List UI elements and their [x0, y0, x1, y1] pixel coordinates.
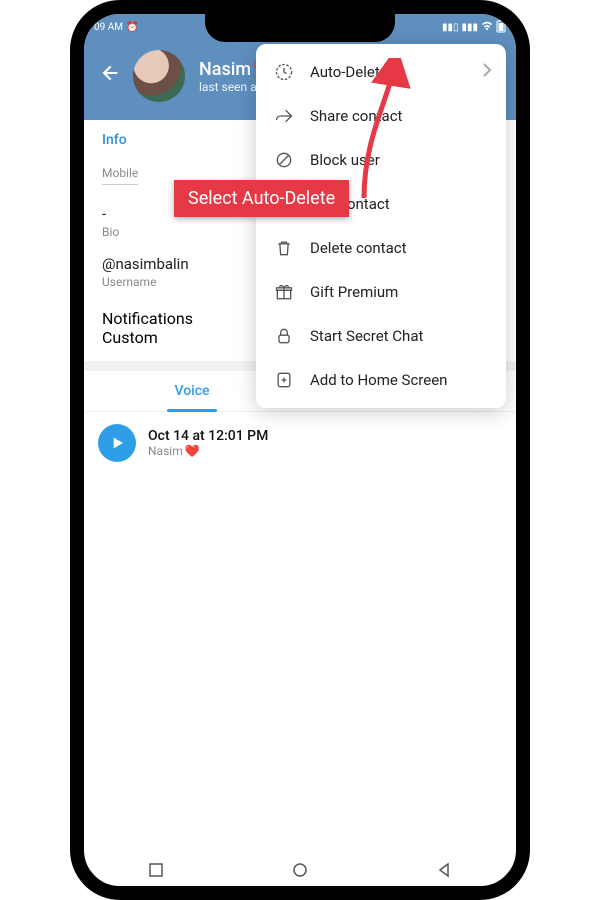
android-nav-bar: [84, 854, 516, 886]
nav-recent[interactable]: [136, 862, 176, 878]
alarm-off-icon: ⏰: [126, 22, 138, 33]
chevron-right-icon: [482, 63, 492, 81]
phone-frame: 09 AM ⏰ ▮▮▯ ▮▮▮ Nasim❤️ last seen at: [70, 0, 530, 900]
nav-back[interactable]: [424, 862, 464, 878]
voice-timestamp: Oct 14 at 12:01 PM: [148, 428, 268, 444]
back-button[interactable]: [99, 63, 119, 89]
block-icon: [274, 150, 294, 170]
notifications-sub: Custom: [102, 328, 193, 347]
nav-home[interactable]: [280, 862, 320, 878]
menu-add-home-screen[interactable]: Add to Home Screen: [256, 358, 506, 402]
signal-icon-2: ▮▮▮: [461, 22, 478, 33]
tutorial-callout: Select Auto-Delete: [174, 180, 349, 217]
signal-icon: ▮▮▯: [442, 22, 459, 33]
menu-auto-delete[interactable]: Auto-Delete: [256, 50, 506, 94]
gift-icon: [274, 282, 294, 302]
play-button[interactable]: [98, 424, 136, 462]
trash-icon: [274, 238, 294, 258]
overflow-menu: Auto-Delete Share contact Block user Edi…: [256, 44, 506, 408]
notch: [205, 14, 395, 42]
menu-secret-chat[interactable]: Start Secret Chat: [256, 314, 506, 358]
menu-share-contact[interactable]: Share contact: [256, 94, 506, 138]
status-time: 09 AM: [94, 22, 123, 33]
notifications-label: Notifications: [102, 309, 193, 328]
battery-icon: [496, 19, 506, 36]
menu-gift-premium[interactable]: Gift Premium: [256, 270, 506, 314]
heart-icon: ❤️: [185, 444, 200, 458]
menu-block-user[interactable]: Block user: [256, 138, 506, 182]
add-home-icon: [274, 370, 294, 390]
avatar[interactable]: [133, 50, 185, 102]
timer-icon: [274, 62, 294, 82]
lock-icon: [274, 326, 294, 346]
voice-message-item[interactable]: Oct 14 at 12:01 PM Nasim❤️: [84, 412, 516, 474]
voice-from: Nasim❤️: [148, 444, 268, 458]
mobile-label[interactable]: Mobile: [102, 166, 138, 185]
share-icon: [274, 106, 294, 126]
menu-delete-contact[interactable]: Delete contact: [256, 226, 506, 270]
wifi-icon: [481, 21, 493, 34]
